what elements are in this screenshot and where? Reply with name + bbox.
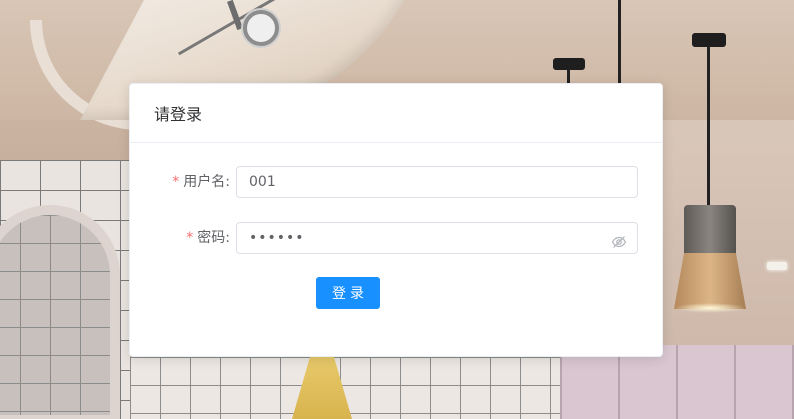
eye-off-icon[interactable] [611, 231, 627, 248]
username-value: 001 [249, 174, 276, 190]
background-lamp-cord-left [567, 68, 570, 84]
password-label: * 密码: [130, 222, 230, 254]
username-label: * 用户名: [130, 166, 230, 198]
username-input[interactable]: 001 [236, 166, 638, 198]
username-required-mark: * [172, 174, 180, 190]
password-input[interactable]: •••••• [236, 222, 638, 254]
background-lamp-cap-right [692, 33, 726, 47]
login-card: 请登录 * 用户名: 001 * 密码: •••••• 登录 [129, 83, 663, 357]
login-card-header: 请登录 [130, 84, 662, 143]
background-pendant-lamp [670, 205, 750, 315]
background-lamp-glow [674, 303, 746, 313]
password-required-mark: * [186, 230, 194, 246]
login-button[interactable]: 登录 [316, 277, 380, 309]
password-label-text: 密码: [197, 230, 230, 246]
password-masked-value: •••••• [249, 230, 305, 246]
username-label-text: 用户名: [183, 174, 230, 190]
login-title: 请登录 [154, 105, 203, 124]
background-lamp-shade-bottom [674, 253, 746, 309]
background-spotlight [243, 10, 279, 46]
background-lamp-cord-mid [618, 0, 621, 84]
background-wall-light [767, 262, 787, 270]
background-lamp-shade-top [684, 205, 736, 255]
background-lamp-cord-right [707, 46, 710, 206]
background-arch-window [0, 205, 120, 419]
